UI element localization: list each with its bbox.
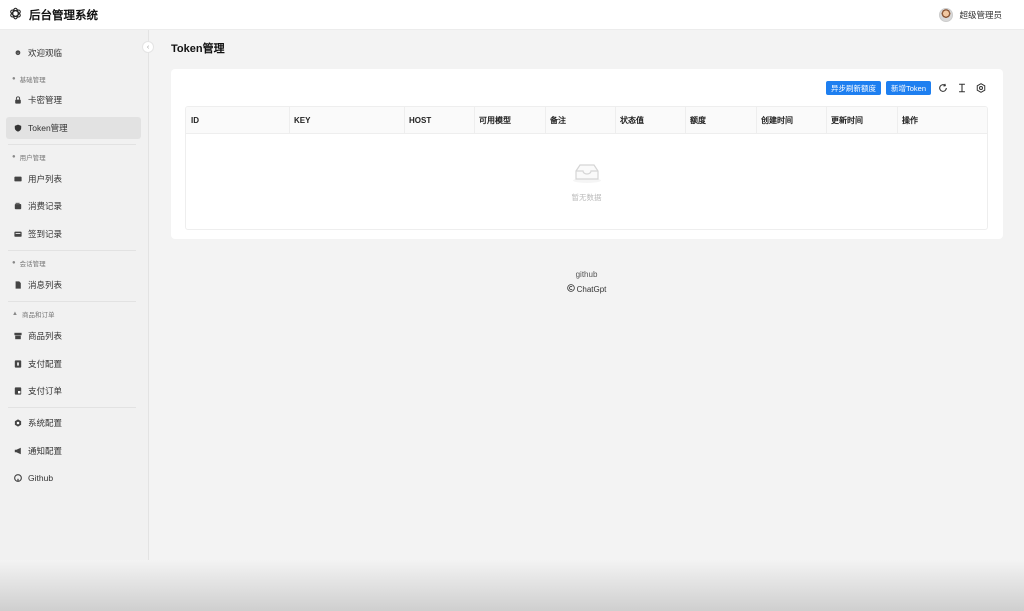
divider <box>8 407 136 408</box>
group-sessions: ● 会话管理 <box>12 258 46 268</box>
team-icon: ● <box>12 154 16 160</box>
add-token-button[interactable]: 新增Token <box>885 81 931 95</box>
column-header-quota[interactable]: 额度 <box>685 107 706 134</box>
divider <box>8 250 136 251</box>
sidebar-item-label: 用户列表 <box>28 174 63 184</box>
divider <box>8 301 136 302</box>
megaphone-icon <box>14 447 22 455</box>
gear-icon <box>14 419 22 427</box>
column-header-remark[interactable]: 备注 <box>545 107 566 134</box>
group-basic: ● 基础管理 <box>12 74 46 84</box>
sidebar-item-label: 消息列表 <box>28 280 63 290</box>
copyright-text: ChatGpt <box>576 284 607 294</box>
copyright-icon <box>566 284 575 294</box>
sidebar-item-welcome[interactable]: ☻ 欢迎观临 <box>6 42 141 64</box>
sidebar-item-notify-config[interactable]: 通知配置 <box>6 440 141 462</box>
sidebar-item-messages[interactable]: 消息列表 <box>6 274 141 296</box>
top-header: 后台管理系统 超级管理员 <box>0 0 1024 30</box>
chat-icon: ● <box>12 260 16 266</box>
sidebar-item-label: 支付订单 <box>28 386 63 396</box>
group-label: 商品和订单 <box>21 312 55 319</box>
empty-box-icon <box>571 162 603 186</box>
group-label: 会话管理 <box>19 261 46 268</box>
column-header-models[interactable]: 可用模型 <box>474 107 511 134</box>
bank-icon: ▲ <box>12 311 18 317</box>
sidebar-item-label: Github <box>28 473 54 483</box>
column-header-status[interactable]: 状态值 <box>615 107 644 134</box>
sidebar-item-payment-config[interactable]: 支付配置 <box>6 353 141 375</box>
sidebar-item-card-keys[interactable]: 卡密管理 <box>6 89 141 111</box>
user-name: 超级管理员 <box>959 9 1002 20</box>
calendar-icon <box>14 230 22 238</box>
column-header-updated[interactable]: 更新时间 <box>826 107 863 134</box>
openai-logo-icon <box>8 6 23 23</box>
sidebar-item-label: 商品列表 <box>28 331 63 341</box>
sidebar-item-github[interactable]: Github <box>6 467 141 489</box>
token-card: 异步刷新额度 新增Token ID KEY HOST 可用模型 备注 状态值 额… <box>171 69 1003 239</box>
group-products-orders: ▲ 商品和订单 <box>12 309 54 319</box>
column-header-key[interactable]: KEY <box>289 107 310 134</box>
app-title: 后台管理系统 <box>29 9 98 22</box>
brand[interactable]: 后台管理系统 <box>8 6 98 23</box>
id-card-icon <box>14 175 22 183</box>
sidebar-item-products[interactable]: 商品列表 <box>6 325 141 347</box>
column-header-actions: 操作 <box>902 116 918 125</box>
wallet-icon <box>14 202 22 210</box>
sidebar-item-label: 消费记录 <box>28 201 63 211</box>
sidebar-item-payment-orders[interactable]: 支付订单 <box>6 380 141 402</box>
column-header-created[interactable]: 创建时间 <box>756 107 793 134</box>
sidebar-item-label: Token管理 <box>28 123 68 133</box>
group-label: 用户管理 <box>19 155 46 162</box>
order-icon <box>14 387 22 395</box>
sidebar-item-consumption[interactable]: 消费记录 <box>6 195 141 217</box>
sidebar-item-user-list[interactable]: 用户列表 <box>6 168 141 190</box>
shop-icon <box>14 332 22 340</box>
empty-state: 暂无数据 <box>186 134 987 229</box>
token-table: ID KEY HOST 可用模型 备注 状态值 额度 创建时间 更新时间 操作 <box>185 106 988 230</box>
sidebar-item-label: 欢迎观临 <box>28 48 63 58</box>
table-toolbar: 异步刷新额度 新增Token <box>825 81 988 95</box>
sidebar-item-label: 通知配置 <box>28 446 63 456</box>
file-icon <box>14 281 22 289</box>
sidebar: ‹ ☻ 欢迎观临 ● 基础管理 卡密管理 Token管理 ● 用户管理 用户列表… <box>0 30 154 611</box>
table-header: ID KEY HOST 可用模型 备注 状态值 额度 创建时间 更新时间 操作 <box>186 107 987 134</box>
reload-icon[interactable] <box>936 81 950 95</box>
chevron-left-icon: ‹ <box>146 43 150 51</box>
column-header-id[interactable]: ID <box>186 107 199 134</box>
github-icon <box>14 474 22 482</box>
footer-copyright: ChatGpt <box>566 284 607 294</box>
column-height-icon[interactable] <box>955 81 969 95</box>
lock-icon <box>14 96 22 104</box>
sidebar-item-label: 卡密管理 <box>28 95 63 105</box>
group-label: 基础管理 <box>19 77 46 84</box>
collapse-sidebar-button[interactable]: ‹ <box>142 41 154 53</box>
sidebar-item-token[interactable]: Token管理 <box>6 117 141 139</box>
sidebar-item-label: 系统配置 <box>28 418 63 428</box>
sidebar-item-label: 支付配置 <box>28 359 63 369</box>
sidebar-item-label: 签到记录 <box>28 229 63 239</box>
user-icon: ● <box>12 76 16 82</box>
sidebar-item-system-config[interactable]: 系统配置 <box>6 412 141 434</box>
column-header-host[interactable]: HOST <box>404 107 431 134</box>
divider <box>8 144 136 145</box>
smile-icon: ☻ <box>13 48 23 57</box>
user-menu[interactable]: 超级管理员 <box>939 7 1002 22</box>
group-users: ● 用户管理 <box>12 152 46 162</box>
avatar[interactable] <box>939 7 954 22</box>
bottom-shadow <box>0 560 1024 611</box>
refresh-quota-button[interactable]: 异步刷新额度 <box>825 81 881 95</box>
settings-icon[interactable] <box>974 81 988 95</box>
shield-icon <box>14 124 22 132</box>
sidebar-item-checkin[interactable]: 签到记录 <box>6 223 141 245</box>
pay-icon <box>14 360 22 368</box>
page-title: Token管理 <box>171 43 225 55</box>
empty-text: 暂无数据 <box>571 192 602 202</box>
footer-github-link[interactable]: github <box>576 270 598 279</box>
footer: github ChatGpt <box>149 270 1024 294</box>
